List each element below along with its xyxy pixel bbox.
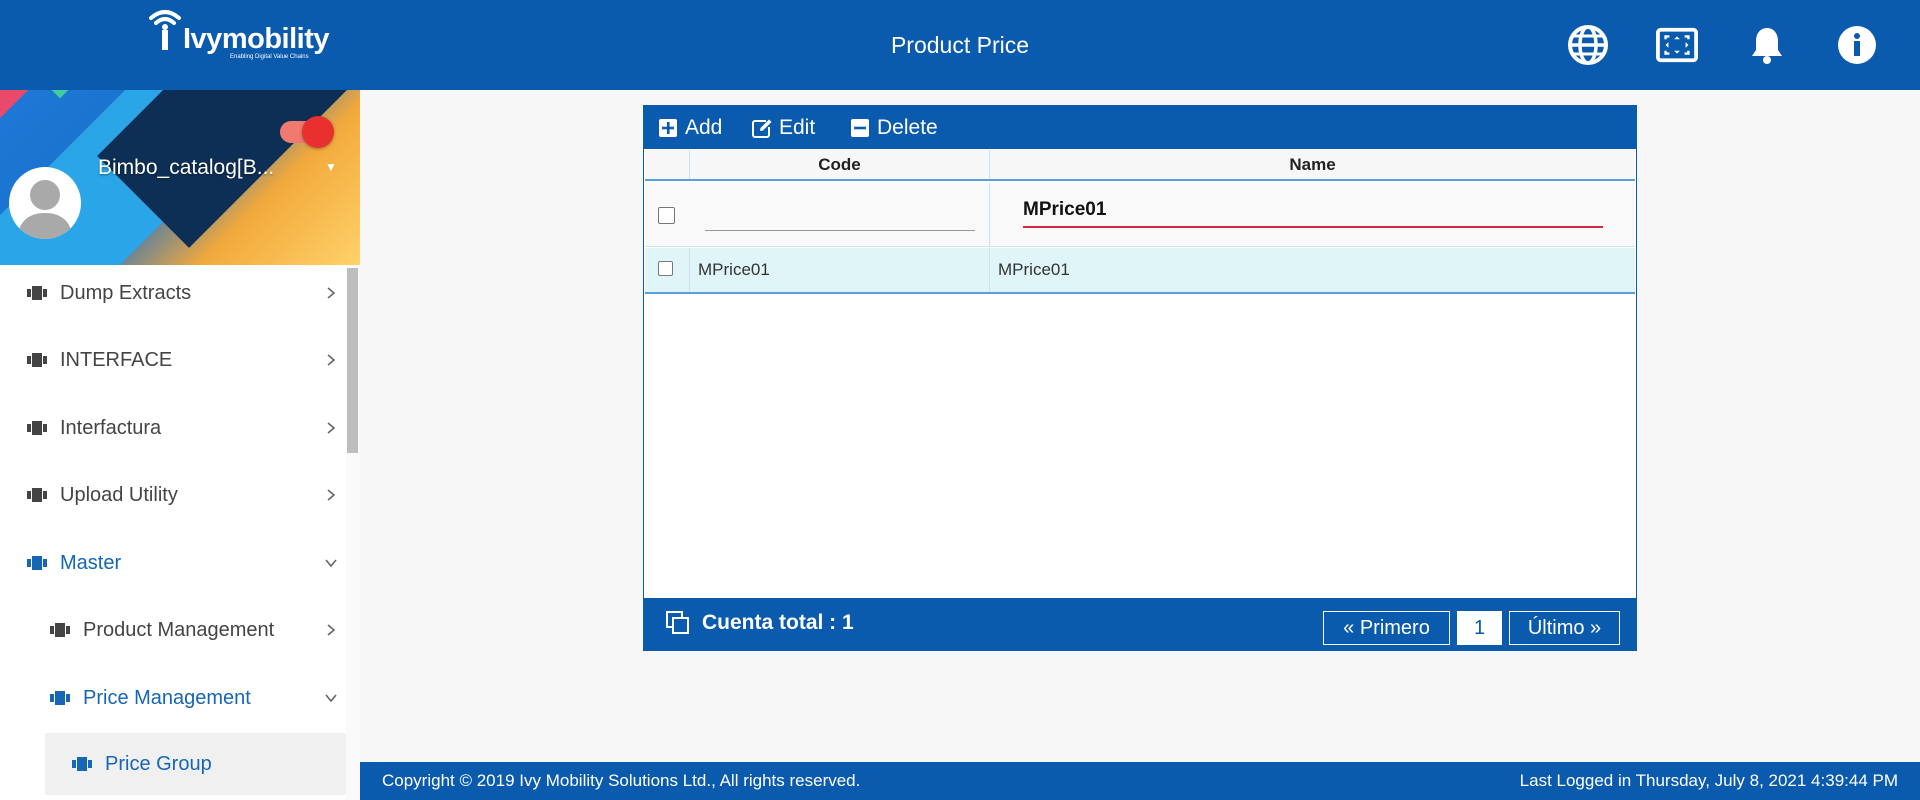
sidebar-item-label: Interfactura xyxy=(60,416,162,439)
minus-square-icon xyxy=(851,119,869,137)
last-logged-text: Last Logged in Thursday, July 8, 2021 4:… xyxy=(1519,771,1898,790)
first-page-button[interactable]: « Primero xyxy=(1323,611,1450,645)
delete-button-label: Delete xyxy=(877,116,938,139)
select-all-checkbox[interactable] xyxy=(658,207,675,224)
edit-button[interactable]: Edit xyxy=(752,114,815,142)
info-button[interactable] xyxy=(1836,24,1878,66)
chevron-down-icon xyxy=(325,559,337,568)
chevron-right-icon xyxy=(327,287,336,299)
edit-button-label: Edit xyxy=(779,116,816,139)
bell-icon xyxy=(1752,28,1782,64)
sidebar-item-master[interactable]: Master xyxy=(0,535,346,591)
code-filter-input[interactable] xyxy=(705,203,975,231)
table-row[interactable]: MPrice01 MPrice01 xyxy=(645,248,1635,294)
sidebar-item-label: Dump Extracts xyxy=(60,281,192,304)
info-icon xyxy=(1838,26,1876,64)
module-icon xyxy=(27,353,47,367)
grid-toolbar: Add Edit Delete xyxy=(644,106,1636,149)
cell-code: MPrice01 xyxy=(690,248,990,292)
logo-mark-icon xyxy=(149,10,181,50)
select-column-header xyxy=(645,150,690,179)
sidebar-scroll-thumb[interactable] xyxy=(347,268,358,453)
edit-icon xyxy=(752,119,772,138)
chevron-right-icon xyxy=(327,489,336,501)
grid-header-row: Code Name xyxy=(645,150,1635,181)
column-header-name[interactable]: Name xyxy=(990,150,1635,179)
sidebar-item-label: INTERFACE xyxy=(60,348,173,371)
add-button[interactable]: Add xyxy=(658,114,722,142)
language-button[interactable] xyxy=(1567,24,1609,66)
top-header: Ivymobility Enabling Digital Value Chain… xyxy=(0,0,1920,90)
sidebar-item-price-management[interactable]: Price Management xyxy=(0,670,346,726)
sidebar-item-interfactura[interactable]: Interfactura xyxy=(0,400,346,456)
avatar[interactable] xyxy=(9,167,81,239)
sidebar-item-label: Product Management xyxy=(83,618,275,641)
copy-icon xyxy=(666,611,689,634)
current-page-button[interactable]: 1 xyxy=(1457,611,1502,645)
sidebar-item-dump-extracts[interactable]: Dump Extracts xyxy=(0,265,346,321)
total-count: Cuenta total : 1 xyxy=(702,611,854,634)
column-header-code[interactable]: Code xyxy=(690,150,990,179)
grid-filter-row xyxy=(645,183,1635,247)
user-silhouette-icon xyxy=(17,180,73,239)
toggle-knob xyxy=(302,116,334,148)
grid-footer: Cuenta total : 1 « Primero 1 Último » xyxy=(644,598,1636,650)
module-icon xyxy=(27,488,47,502)
module-icon xyxy=(27,286,47,300)
sidebar-item-label: Master xyxy=(60,551,122,574)
copyright-text: Copyright © 2019 Ivy Mobility Solutions … xyxy=(382,771,861,790)
chevron-right-icon xyxy=(327,422,336,434)
module-icon xyxy=(50,691,70,705)
status-toggle[interactable] xyxy=(280,116,334,148)
sidebar-item-label: Upload Utility xyxy=(60,483,178,506)
chevron-down-icon xyxy=(325,694,337,703)
sidebar-item-upload-utility[interactable]: Upload Utility xyxy=(0,467,346,523)
cell-name: MPrice01 xyxy=(998,260,1070,279)
module-icon xyxy=(27,421,47,435)
sidebar-item-label: Price Management xyxy=(83,686,251,709)
sidebar: Bimbo_catalog[B... ▼ Dump Extracts INTER… xyxy=(0,90,360,800)
last-page-button[interactable]: Último » xyxy=(1509,611,1620,645)
name-filter-input[interactable] xyxy=(1023,194,1603,228)
logo-tagline: Enabling Digital Value Chains xyxy=(230,54,309,60)
price-grid-panel: Add Edit Delete Code Name MPrice01 MPric… xyxy=(643,105,1637,651)
profile-username[interactable]: Bimbo_catalog[B... xyxy=(98,156,288,180)
module-icon xyxy=(27,556,47,570)
chevron-right-icon xyxy=(327,624,336,636)
row-checkbox[interactable] xyxy=(658,261,673,276)
profile-dropdown-icon[interactable]: ▼ xyxy=(325,160,337,174)
company-logo[interactable]: Ivymobility Enabling Digital Value Chain… xyxy=(145,8,335,64)
sidebar-item-label: Price Group xyxy=(105,752,212,775)
logo-text: Ivymobility xyxy=(183,23,330,55)
name-filter-cell xyxy=(990,183,1635,246)
page-footer: Copyright © 2019 Ivy Mobility Solutions … xyxy=(360,762,1920,800)
globe-icon xyxy=(1568,25,1608,65)
add-button-label: Add xyxy=(685,116,723,139)
fullscreen-button[interactable] xyxy=(1656,24,1698,66)
fullscreen-icon xyxy=(1656,27,1698,63)
module-icon xyxy=(72,757,92,771)
module-icon xyxy=(50,623,70,637)
delete-button[interactable]: Delete xyxy=(850,114,938,142)
row-checkbox-cell xyxy=(645,248,690,292)
sidebar-item-product-management[interactable]: Product Management xyxy=(0,602,346,658)
code-filter-cell xyxy=(690,183,990,246)
sidebar-item-interface[interactable]: INTERFACE xyxy=(0,332,346,388)
plus-square-icon xyxy=(659,119,677,137)
profile-panel: Bimbo_catalog[B... ▼ xyxy=(0,90,360,265)
notifications-button[interactable] xyxy=(1746,24,1788,66)
sidebar-item-price-group[interactable]: Price Group xyxy=(45,733,360,795)
chevron-right-icon xyxy=(327,354,336,366)
